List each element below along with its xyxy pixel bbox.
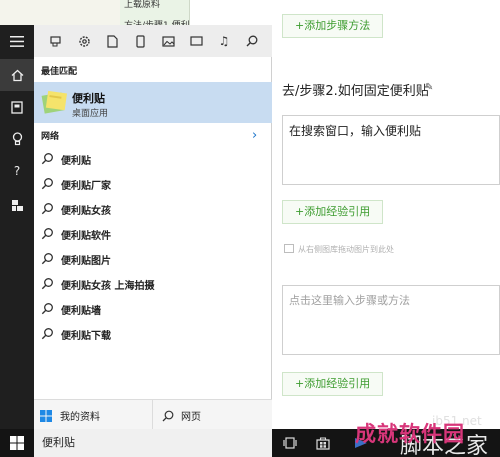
suggestion-text: 便利贴软件: [61, 231, 111, 242]
windows-start-icon: [10, 436, 24, 450]
web-section-label: 网络: [41, 132, 60, 142]
suggestion-item[interactable]: 便利贴下载: [34, 321, 272, 346]
my-info-label: 我的资料: [60, 412, 100, 423]
search-icon: [41, 228, 53, 240]
best-match-label: 最佳匹配: [41, 67, 78, 77]
music-filter-icon[interactable]: ♫: [216, 33, 232, 49]
settings-filter-icon[interactable]: [76, 33, 92, 49]
left-item-materials: 上载原料: [124, 0, 161, 10]
search-icon: [41, 203, 53, 215]
bottom-divider: [152, 400, 153, 430]
web-label: 网页: [181, 412, 201, 423]
suggestion-item[interactable]: 便利贴女孩: [34, 196, 272, 221]
search-icon: [162, 410, 174, 421]
search-filter-icon[interactable]: [244, 33, 260, 49]
documents-filter-icon[interactable]: [104, 33, 120, 49]
chevron-right-icon[interactable]: ›: [252, 128, 257, 143]
store-icon[interactable]: [312, 433, 334, 453]
search-icon: [41, 303, 53, 315]
feedback-icon[interactable]: [0, 189, 34, 221]
suggestion-item[interactable]: 便利贴墙: [34, 296, 272, 321]
suggestion-text: 便利贴图片: [61, 256, 111, 267]
notebook-icon[interactable]: [0, 91, 34, 123]
web-button[interactable]: 网页: [162, 408, 201, 423]
hamburger-menu-icon[interactable]: [0, 25, 34, 57]
suggestion-text: 便利贴墙: [61, 306, 101, 317]
start-button[interactable]: [0, 429, 34, 457]
search-icon: [41, 328, 53, 340]
best-match-result[interactable]: 便利贴 桌面应用: [34, 82, 272, 123]
lightbulb-icon[interactable]: [0, 123, 34, 155]
add-reference-button-1[interactable]: +添加经验引用: [282, 200, 384, 224]
search-icon: [41, 253, 53, 265]
step-title: 去/步骤2.如何固定便利贴: [282, 84, 429, 99]
search-icon: [41, 278, 53, 290]
suggestion-item[interactable]: 便利贴软件: [34, 221, 272, 246]
add-reference-button-2[interactable]: +添加经验引用: [282, 372, 384, 396]
image-drop-hint: 从右侧图库拖动图片到此处: [284, 244, 394, 255]
suggestion-item[interactable]: 便利贴图片: [34, 246, 272, 271]
bottom-bar: 我的资料 网页: [34, 399, 272, 430]
best-match-title: 便利贴: [72, 92, 105, 105]
add-step-button[interactable]: +添加步骤方法: [282, 14, 384, 38]
suggestion-text: 便利贴厂家: [61, 181, 111, 192]
suggestion-text: 便利贴女孩: [61, 206, 111, 217]
watermark-main: 成就软件园: [355, 422, 465, 446]
suggestion-text: 便利贴下载: [61, 331, 111, 342]
suggestion-item[interactable]: 便利贴女孩 上海拍摄: [34, 271, 272, 296]
pencil-icon[interactable]: ✎: [425, 82, 433, 93]
video-filter-icon[interactable]: [188, 33, 204, 49]
suggestion-text: 便利贴: [61, 156, 91, 167]
search-panel: ♫ 最佳匹配 便利贴 桌面应用 网络 › 便利贴 便利贴厂家 便利贴女孩 便利贴软件便…: [34, 25, 272, 430]
home-icon[interactable]: [0, 59, 34, 91]
step-input-field[interactable]: 点击这里输入步骤或方法: [282, 285, 500, 355]
task-view-icon[interactable]: [279, 433, 301, 453]
phone-filter-icon[interactable]: [132, 33, 148, 49]
help-icon[interactable]: ?: [0, 155, 34, 187]
my-info-button[interactable]: 我的资料: [40, 408, 100, 423]
start-rail: ?: [0, 25, 34, 429]
suggestion-item[interactable]: 便利贴: [34, 146, 272, 171]
best-match-subtitle: 桌面应用: [72, 109, 109, 119]
filter-bar: ♫: [34, 25, 272, 57]
photos-filter-icon[interactable]: [160, 33, 176, 49]
sticky-notes-app-icon: [40, 88, 68, 116]
search-icon: [41, 178, 53, 190]
suggestion-item[interactable]: 便利贴厂家: [34, 171, 272, 196]
search-icon: [41, 153, 53, 165]
suggestion-text: 便利贴女孩 上海拍摄: [61, 281, 155, 292]
image-drop-hint-text: 从右侧图库拖动图片到此处: [298, 245, 394, 254]
apps-filter-icon[interactable]: [48, 33, 64, 49]
step-text-field[interactable]: 在搜索窗口，输入便利贴: [282, 115, 500, 185]
windows-logo-icon: [40, 409, 52, 422]
taskbar-search-input[interactable]: 便利贴: [34, 429, 272, 457]
image-icon: [284, 244, 294, 253]
